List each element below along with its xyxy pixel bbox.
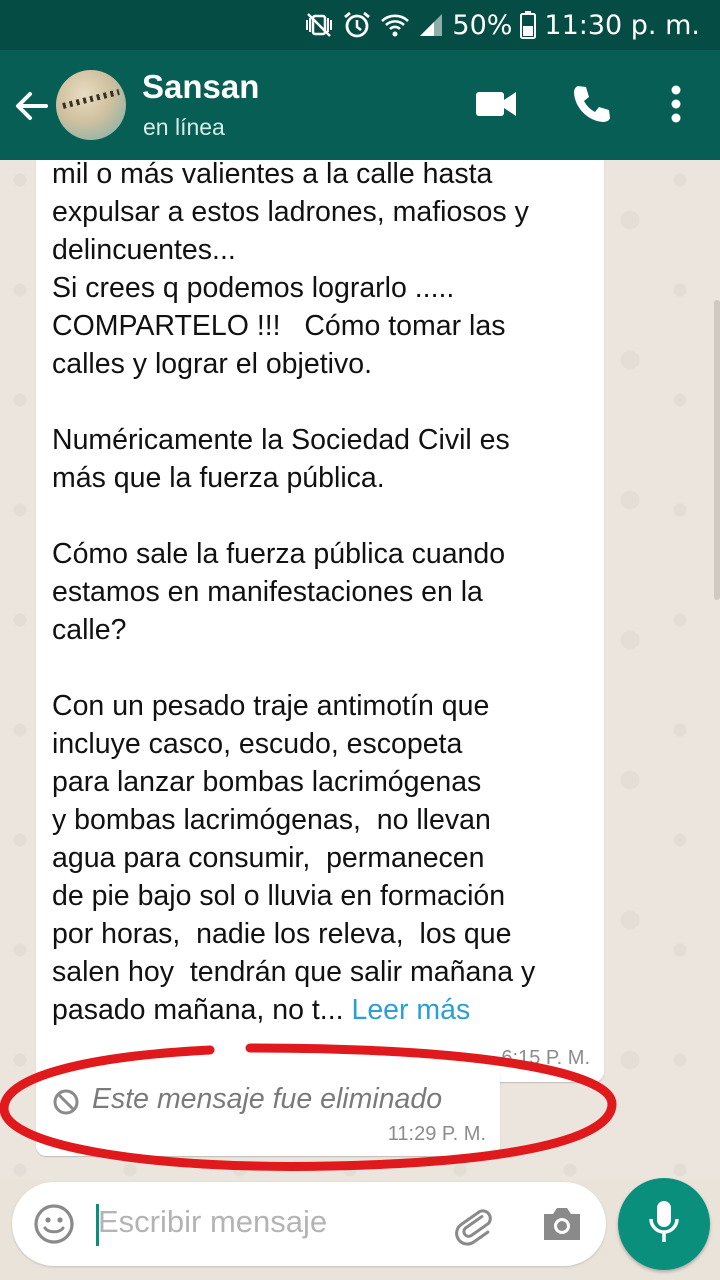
attach-icon[interactable] <box>452 1202 496 1251</box>
voice-call-icon[interactable] <box>568 80 616 133</box>
emoji-icon[interactable] <box>32 1202 76 1251</box>
message-body: mil o más valientes a la calle hasta exp… <box>52 160 536 1026</box>
alarm-icon <box>342 10 372 40</box>
signal-icon <box>418 12 444 38</box>
battery-icon <box>520 11 537 39</box>
message-composer[interactable]: Escribir mensaje <box>12 1182 606 1266</box>
contact-name[interactable]: Sansan <box>142 68 259 106</box>
read-more-link[interactable]: Leer más <box>351 994 470 1026</box>
clock: 11:30 p. m. <box>544 9 700 41</box>
back-arrow-icon[interactable] <box>12 86 52 126</box>
status-bar: 50% 11:30 p. m. <box>0 0 720 50</box>
message-timestamp: 11:29 P. M. <box>387 1123 486 1145</box>
deleted-ban-icon <box>52 1088 80 1121</box>
more-options-icon[interactable] <box>660 80 692 133</box>
contact-status: en línea <box>143 114 225 140</box>
voice-record-button[interactable] <box>618 1178 710 1270</box>
message-timestamp: 6:15 P. M. <box>501 1047 590 1069</box>
camera-icon[interactable] <box>540 1204 584 1249</box>
video-call-icon[interactable] <box>472 80 520 133</box>
chat-header: Sansan en línea <box>0 50 720 160</box>
battery-percent: 50% <box>452 9 513 41</box>
message-text: mil o más valientes a la calle hasta exp… <box>52 160 600 1029</box>
wifi-icon <box>380 11 410 39</box>
message-input[interactable]: Escribir mensaje <box>98 1204 327 1240</box>
vibrate-mute-icon <box>304 11 334 39</box>
chat-area[interactable]: mil o más valientes a la calle hasta exp… <box>0 160 720 1180</box>
deleted-message[interactable]: Este mensaje fue eliminado 11:29 P. M. <box>36 1066 500 1156</box>
deleted-message-text: Este mensaje fue eliminado <box>92 1083 443 1115</box>
microphone-icon <box>644 1197 684 1252</box>
avatar[interactable] <box>56 70 126 140</box>
scrollbar[interactable] <box>714 300 720 600</box>
incoming-message[interactable]: mil o más valientes a la calle hasta exp… <box>36 160 604 1082</box>
